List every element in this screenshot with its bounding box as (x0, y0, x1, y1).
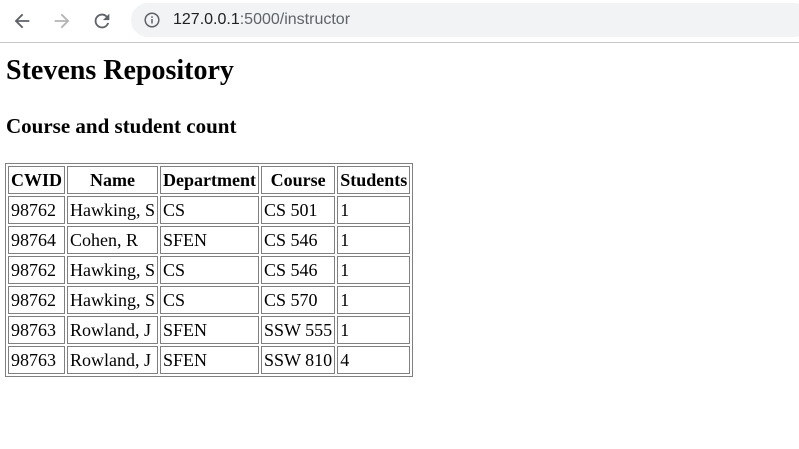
cell-students: 1 (337, 256, 411, 284)
cell-department: CS (160, 286, 259, 314)
header-department: Department (160, 166, 259, 194)
reload-icon (94, 13, 110, 29)
table-row: 98763 Rowland, J SFEN SSW 555 1 (8, 316, 411, 344)
course-table: CWID Name Department Course Students 987… (5, 163, 414, 377)
table-row: 98762 Hawking, S CS CS 570 1 (8, 286, 411, 314)
cell-department: SFEN (160, 346, 259, 374)
arrow-right-icon (54, 13, 70, 29)
page-content: Stevens Repository Course and student co… (0, 43, 799, 449)
cell-department: CS (160, 256, 259, 284)
page-subtitle: Course and student count (6, 114, 237, 138)
cell-cwid: 98764 (8, 226, 66, 254)
cell-department: CS (160, 196, 259, 224)
cell-students: 1 (337, 226, 411, 254)
arrow-left-icon (14, 13, 30, 29)
cell-course: CS 546 (261, 256, 336, 284)
url-text[interactable]: 127.0.0.1:5000/instructor (173, 9, 350, 31)
cell-course: CS 501 (261, 196, 336, 224)
cell-cwid: 98762 (8, 256, 66, 284)
back-button[interactable] (8, 7, 36, 35)
table-row: 98762 Hawking, S CS CS 546 1 (8, 256, 411, 284)
header-course: Course (261, 166, 336, 194)
table-row: 98763 Rowland, J SFEN SSW 810 4 (8, 346, 411, 374)
table-row: 98762 Hawking, S CS CS 501 1 (8, 196, 411, 224)
cell-course: CS 570 (261, 286, 336, 314)
forward-button[interactable] (48, 7, 76, 35)
cell-students: 1 (337, 196, 411, 224)
cell-cwid: 98762 (8, 196, 66, 224)
info-icon[interactable] (144, 12, 160, 28)
cell-name: Hawking, S (67, 196, 159, 224)
cell-name: Hawking, S (67, 256, 159, 284)
header-cwid: CWID (8, 166, 66, 194)
cell-students: 4 (337, 346, 411, 374)
cell-cwid: 98762 (8, 286, 66, 314)
header-students: Students (337, 166, 411, 194)
cell-students: 1 (337, 286, 411, 314)
address-bar[interactable]: 127.0.0.1:5000/instructor (131, 3, 799, 37)
cell-department: SFEN (160, 226, 259, 254)
cell-cwid: 98763 (8, 316, 66, 344)
cell-name: Rowland, J (67, 346, 159, 374)
cell-students: 1 (337, 316, 411, 344)
cell-name: Rowland, J (67, 316, 159, 344)
reload-button[interactable] (88, 7, 116, 35)
table-row: 98764 Cohen, R SFEN CS 546 1 (8, 226, 411, 254)
table-header-row: CWID Name Department Course Students (8, 166, 411, 194)
cell-course: SSW 810 (261, 346, 336, 374)
cell-course: CS 546 (261, 226, 336, 254)
url-path: :5000/instructor (239, 11, 351, 28)
page-title: Stevens Repository (6, 55, 234, 86)
cell-course: SSW 555 (261, 316, 336, 344)
header-name: Name (67, 166, 159, 194)
browser-toolbar: 127.0.0.1:5000/instructor (0, 0, 799, 43)
cell-name: Hawking, S (67, 286, 159, 314)
cell-department: SFEN (160, 316, 259, 344)
cell-name: Cohen, R (67, 226, 159, 254)
cell-cwid: 98763 (8, 346, 66, 374)
url-host: 127.0.0.1 (173, 11, 240, 28)
